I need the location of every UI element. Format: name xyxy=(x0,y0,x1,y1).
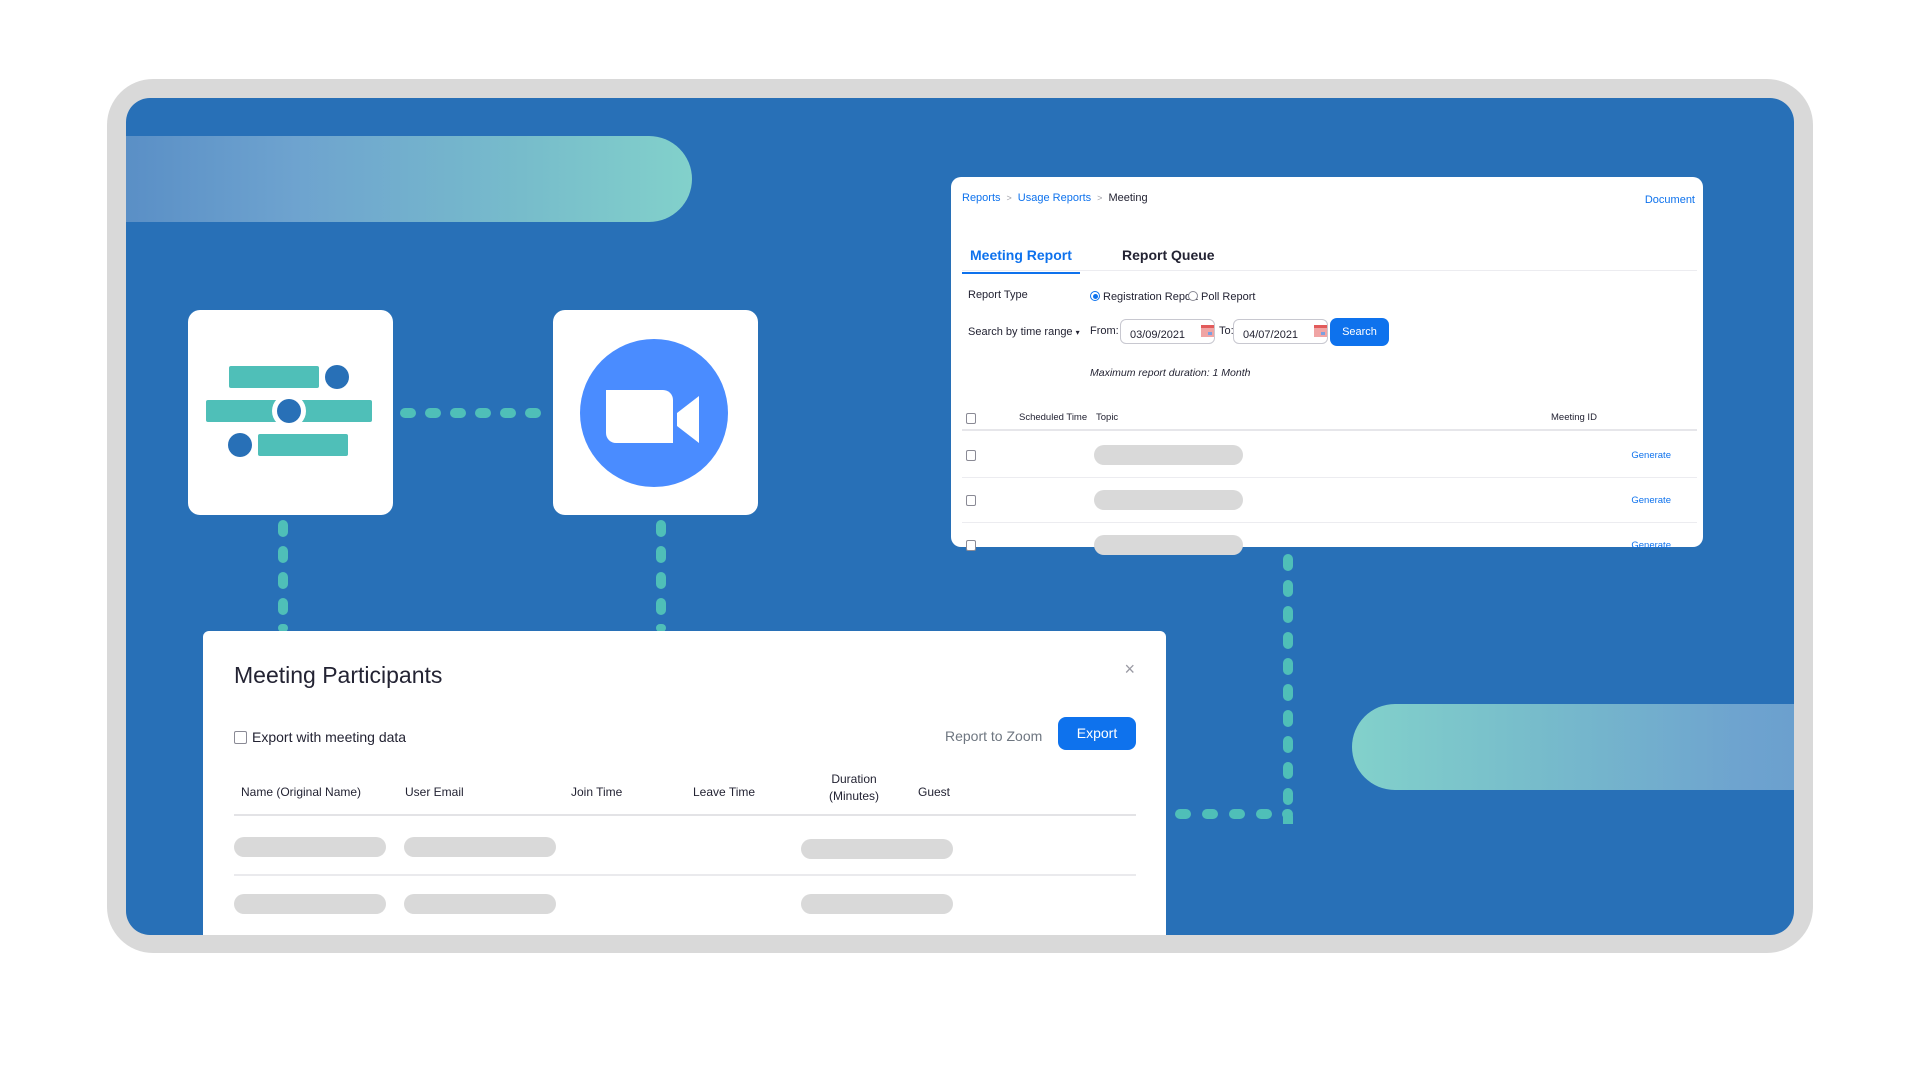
export-button[interactable]: Export xyxy=(1058,717,1136,750)
video-camera-icon xyxy=(580,339,728,487)
col-topic: Topic xyxy=(1096,412,1119,423)
export-checkbox[interactable] xyxy=(234,731,247,744)
select-all-checkbox[interactable] xyxy=(966,413,976,424)
sliders-icon xyxy=(206,362,372,460)
generate-link[interactable]: Generate xyxy=(1631,540,1671,551)
topic-placeholder xyxy=(1094,535,1243,555)
search-mode-dropdown[interactable]: Search by time range ▾ xyxy=(968,326,1080,338)
report-tabs: Meeting Report Report Queue xyxy=(962,239,1697,274)
radio-unselected-icon[interactable] xyxy=(1188,291,1198,301)
breadcrumb: Reports > Usage Reports > Meeting xyxy=(962,192,1148,204)
col-join-time: Join Time xyxy=(571,785,623,799)
generate-link[interactable]: Generate xyxy=(1631,450,1671,461)
name-placeholder xyxy=(234,894,386,914)
participants-table-header: Name (Original Name) User Email Join Tim… xyxy=(234,771,1136,816)
participant-row xyxy=(234,818,1136,876)
connector-left-down xyxy=(278,520,288,632)
to-label: To: xyxy=(1219,325,1234,337)
radio-poll-report[interactable]: Poll Report xyxy=(1188,291,1255,303)
illustration-panel: Reports > Usage Reports > Meeting Document M… xyxy=(126,98,1794,935)
col-guest: Guest xyxy=(918,785,951,799)
decorative-pill-right xyxy=(1352,704,1794,790)
email-placeholder xyxy=(404,894,556,914)
report-type-label: Report Type xyxy=(968,289,1028,301)
calendar-icon[interactable] xyxy=(1201,325,1214,337)
col-user-email: User Email xyxy=(405,785,464,799)
modal-title: Meeting Participants xyxy=(234,662,443,688)
breadcrumb-reports[interactable]: Reports xyxy=(962,192,1001,204)
topic-placeholder xyxy=(1094,445,1243,465)
participant-row xyxy=(234,878,1136,935)
tab-meeting-report[interactable]: Meeting Report xyxy=(962,247,1080,274)
breadcrumb-separator: > xyxy=(1097,193,1103,203)
table-row: Generate xyxy=(962,478,1697,523)
decorative-pill-left xyxy=(126,136,692,222)
duration-placeholder xyxy=(801,839,953,859)
breadcrumb-current: Meeting xyxy=(1108,192,1148,204)
report-to-zoom-link[interactable]: Report to Zoom xyxy=(945,728,1042,744)
search-mode-label: Search by time range xyxy=(968,326,1073,338)
max-duration-hint: Maximum report duration: 1 Month xyxy=(1090,367,1251,379)
col-duration-line2: (Minutes) xyxy=(829,789,880,803)
tab-report-queue[interactable]: Report Queue xyxy=(1122,247,1215,263)
table-row: Generate xyxy=(962,433,1697,478)
col-scheduled-time: Scheduled Time xyxy=(1019,412,1088,423)
col-leave-time: Leave Time xyxy=(693,785,756,799)
breadcrumb-separator: > xyxy=(1006,193,1012,203)
close-icon[interactable]: × xyxy=(1124,659,1135,680)
connector-apps xyxy=(400,408,550,418)
duration-placeholder xyxy=(801,894,953,914)
email-placeholder xyxy=(404,837,556,857)
col-name: Name (Original Name) xyxy=(241,785,362,799)
breadcrumb-usage-reports[interactable]: Usage Reports xyxy=(1018,192,1091,204)
topic-placeholder xyxy=(1094,490,1243,510)
zoom-app-card xyxy=(553,310,758,515)
radio-registration-report[interactable]: Registration Report xyxy=(1090,291,1198,303)
search-button[interactable]: Search xyxy=(1330,318,1389,346)
calendar-icon[interactable] xyxy=(1314,325,1327,337)
radio-label: Registration Report xyxy=(1103,291,1198,303)
meeting-participants-modal: Meeting Participants × Export with meeti… xyxy=(203,631,1166,935)
from-label: From: xyxy=(1090,325,1119,337)
col-duration: Duration (Minutes) xyxy=(829,771,879,805)
export-with-meeting-data[interactable]: Export with meeting data xyxy=(234,729,406,745)
row-checkbox[interactable] xyxy=(966,540,976,551)
connector-report-down xyxy=(1283,554,1293,824)
document-link[interactable]: Document xyxy=(1645,194,1695,206)
row-checkbox[interactable] xyxy=(966,450,976,461)
connector-zoom-down xyxy=(656,520,666,632)
col-meeting-id: Meeting ID xyxy=(1551,412,1597,423)
col-duration-line1: Duration xyxy=(831,772,877,786)
caret-down-icon: ▾ xyxy=(1075,328,1080,337)
row-checkbox[interactable] xyxy=(966,495,976,506)
report-table-header: Scheduled Time Topic Meeting ID xyxy=(962,405,1697,431)
integration-app-card xyxy=(188,310,393,515)
export-checkbox-label: Export with meeting data xyxy=(252,729,407,745)
connector-report-modal xyxy=(1175,809,1293,819)
meeting-report-card: Reports > Usage Reports > Meeting Document M… xyxy=(951,177,1703,555)
table-row: Generate xyxy=(962,523,1697,568)
radio-selected-icon[interactable] xyxy=(1090,291,1100,301)
generate-link[interactable]: Generate xyxy=(1631,495,1671,506)
radio-label: Poll Report xyxy=(1201,291,1256,303)
name-placeholder xyxy=(234,837,386,857)
